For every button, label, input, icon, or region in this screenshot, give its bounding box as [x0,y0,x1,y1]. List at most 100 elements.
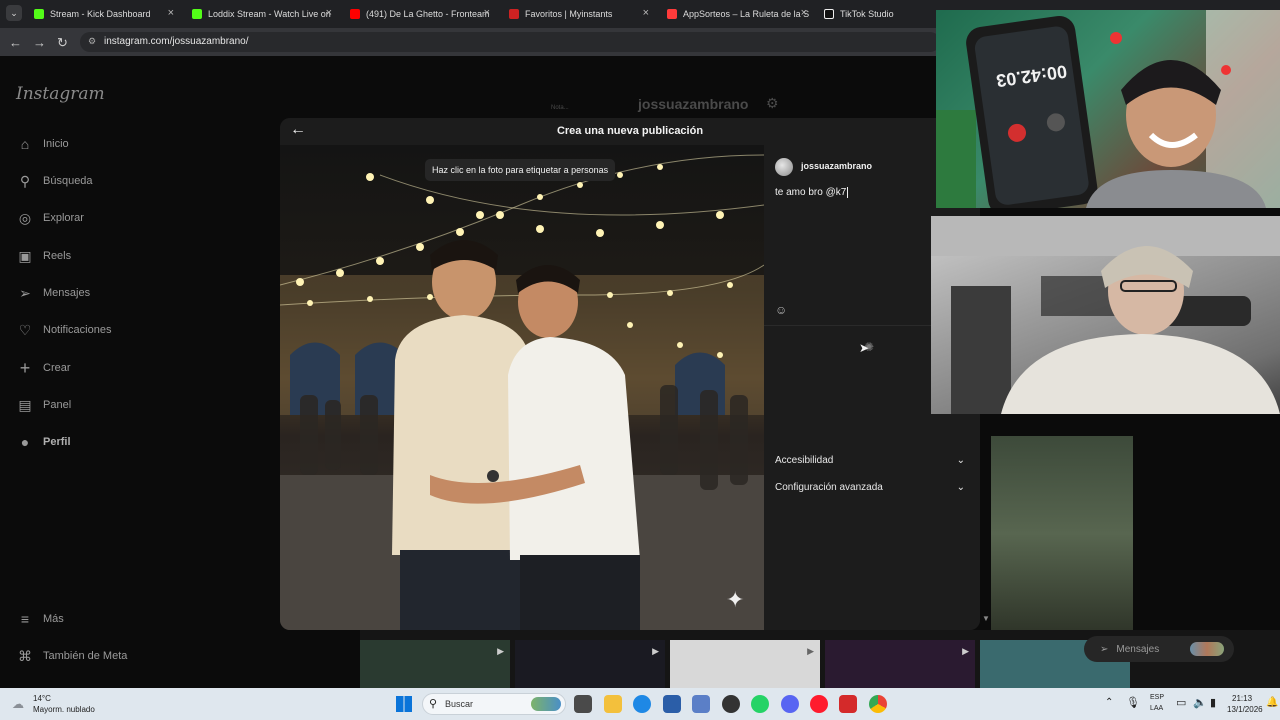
modal-title: Crea una nueva publicación [556,125,704,137]
back-arrow-icon[interactable]: ← [9,35,22,50]
app-icon[interactable] [692,695,710,713]
sidebar-item-busqueda[interactable]: ⚲ Búsqueda [16,171,93,191]
menu-icon: ≡ [20,611,30,627]
site-info-icon[interactable]: ⚙ [88,36,96,47]
sidebar-item-panel[interactable]: ▤ Panel [16,395,71,415]
weather-icon: ☁ [12,697,24,711]
home-icon: ⌂ [20,136,30,152]
webcam-scene [936,10,1280,208]
tag-people-tooltip: Haz clic en la foto para etiquetar a per… [425,159,616,181]
chevron-down-icon: ⌄ [956,455,965,466]
post-photo[interactable]: Haz clic en la foto para etiquetar a per… [280,145,764,630]
browser-tab[interactable]: Loddix Stream - Watch Live on × [186,3,336,25]
messages-floating-button[interactable]: ➢ Mensajes [1084,636,1234,662]
sidebar-item-tambien-de-meta[interactable]: ⌘ También de Meta [16,646,127,666]
sidebar-item-mensajes[interactable]: ➢ Mensajes [16,283,90,303]
modal-header: ← Crea una nueva publicación [280,118,980,144]
search-icon: ⚲ [19,172,31,189]
clock-time[interactable]: 21:13 [1232,694,1252,703]
language-bottom[interactable]: LAA [1150,705,1163,712]
sparkle-icon[interactable]: ✦ [726,587,744,613]
notification-bell-icon[interactable]: 🔔 [1266,697,1278,708]
tiktok-icon [824,9,834,19]
opera-icon[interactable] [810,695,828,713]
search-icon: ⚲ [429,698,438,710]
reel-icon: ▶ [807,646,814,656]
windows-taskbar: ☁ 14°C Mayorm. nublado ⚲ Buscar ⌃ 🎙 ESP … [0,688,1280,720]
plus-icon: + [19,357,31,378]
sidebar-item-crear[interactable]: + Crear [16,358,71,378]
browser-tab[interactable]: TikTok Studio [818,3,928,25]
close-tab-icon[interactable]: × [643,7,649,19]
accesibilidad-row[interactable]: Accesibilidad ⌄ [775,455,965,466]
settings-gear-icon[interactable]: ⚙ [766,95,779,112]
meta-icon: ⌘ [18,647,32,664]
windows-start-icon[interactable] [396,696,412,712]
reload-icon[interactable]: ↻ [57,35,68,51]
chrome-icon[interactable] [869,695,887,713]
forward-arrow-icon[interactable]: → [33,35,46,50]
reels-icon: ▣ [18,247,32,264]
weather-desc: Mayorm. nublado [33,705,95,714]
tray-chevron-icon[interactable]: ⌃ [1105,697,1113,708]
message-avatars [1190,642,1224,656]
configuracion-avanzada-row[interactable]: Configuración avanzada ⌄ [775,482,965,493]
task-view-icon[interactable] [574,695,592,713]
compass-icon: ◎ [18,209,32,226]
network-icon[interactable]: ▭ [1176,696,1186,709]
sidebar-item-inicio[interactable]: ⌂ Inicio [16,134,69,154]
language-top[interactable]: ESP [1150,694,1164,701]
search-highlight-icon [531,697,561,711]
obs-icon[interactable] [722,695,740,713]
edge-icon[interactable] [633,695,651,713]
file-explorer-icon[interactable] [604,695,622,713]
reel-thumbnail[interactable]: ▶ [515,640,665,688]
reel-icon: ▶ [962,646,969,656]
reel-icon: ▶ [497,646,504,656]
browser-tab[interactable]: AppSorteos – La Ruleta de la S × [661,3,811,25]
volume-icon[interactable]: 🔈 [1193,696,1207,709]
avatar [775,158,793,176]
sidebar-item-notificaciones[interactable]: ♡ Notificaciones [16,320,112,340]
messages-icon: ➢ [19,284,31,301]
microphone-icon[interactable]: 🎙 [1126,696,1140,709]
browser-tab[interactable]: (491) De La Ghetto - Fronteam × [344,3,494,25]
scroll-down-arrow-icon[interactable]: ▼ [982,614,990,623]
battery-icon[interactable]: ▮ [1210,696,1216,709]
sidebar-item-reels[interactable]: ▣ Reels [16,246,71,266]
tab-list-chevron-icon[interactable]: ⌄ [6,5,22,21]
discord-icon[interactable] [781,695,799,713]
url-field[interactable]: ⚙ instagram.com/jossuazambrano/ [80,32,940,52]
close-tab-icon[interactable]: × [168,7,174,19]
store-icon[interactable] [663,695,681,713]
reel-thumbnail[interactable]: ▶ [825,640,975,688]
close-tab-icon[interactable]: × [801,7,807,19]
chevron-down-icon: ⌄ [956,482,965,493]
chart-icon: ▤ [18,396,32,413]
clock-date[interactable]: 13/1/2026 [1227,705,1263,714]
note-bubble[interactable]: Nota... [551,105,569,111]
reel-thumbnail[interactable]: ▶ [360,640,510,688]
kick-icon [192,9,202,19]
sidebar-item-perfil[interactable]: ● Perfil [16,432,71,452]
url-text: instagram.com/jossuazambrano/ [104,36,249,47]
instagram-logo[interactable]: Instagram [16,84,105,104]
taskbar-search-box[interactable]: ⚲ Buscar [422,693,566,715]
browser-tab[interactable]: Stream - Kick Dashboard × [28,3,178,25]
sidebar-item-explorar[interactable]: ◎ Explorar [16,208,84,228]
profile-grid-post[interactable] [991,436,1133,632]
webcam-overlay-top: 00:42.03 [936,10,1280,208]
whatsapp-icon[interactable] [751,695,769,713]
close-tab-icon[interactable]: × [484,7,490,19]
streaming-app-icon[interactable] [839,695,857,713]
webcam-overlay-bottom [931,216,1280,414]
webcam-scene [931,216,1280,414]
sidebar-item-mas[interactable]: ≡ Más [16,609,64,629]
reel-thumbnail[interactable]: ▶ [670,640,820,688]
browser-tab[interactable]: Favoritos | Myinstants × [503,3,653,25]
post-username: jossuazambrano [801,161,873,171]
close-tab-icon[interactable]: × [326,7,332,19]
emoji-icon[interactable]: ☺ [775,303,787,317]
profile-username: jossuazambrano [638,96,749,112]
caption-text: te amo bro @k7 [775,187,849,198]
